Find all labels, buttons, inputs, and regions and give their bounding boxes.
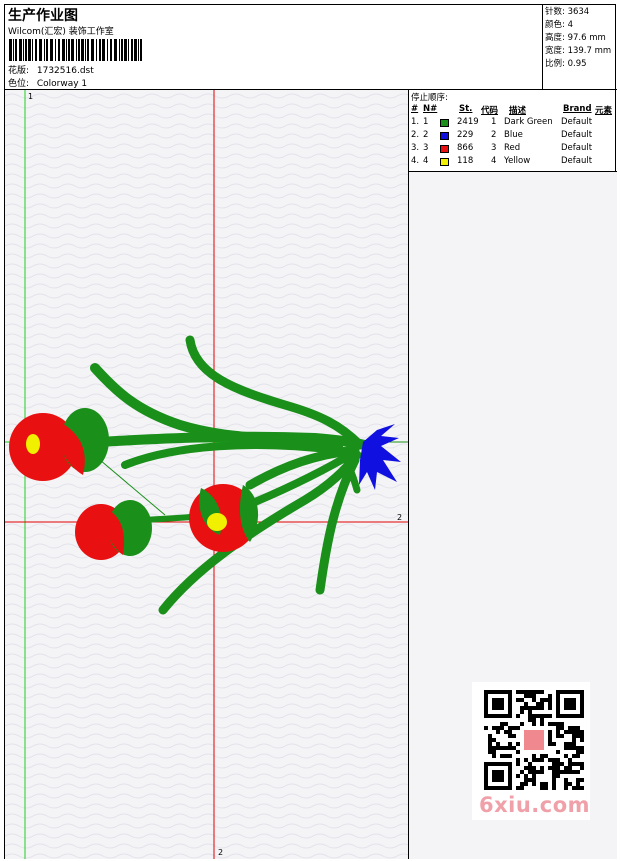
colorway-row: 色位: Colorway 1: [8, 76, 87, 89]
stat-height: 高度: 97.6 mm: [545, 32, 617, 45]
color-brand: Default: [561, 143, 593, 153]
colorway-label: 色位:: [8, 79, 30, 89]
color-code: 2: [491, 130, 497, 140]
stat-stitches: 针数: 3634: [545, 6, 617, 19]
color-row: 1. 1 2419 1 Dark Green Default: [409, 117, 617, 130]
col-element: 元素: [595, 106, 613, 116]
color-brand: Default: [561, 156, 593, 166]
col-stitches: St.: [459, 104, 473, 114]
color-swatch: [440, 145, 449, 153]
color-index: 1.: [411, 117, 420, 127]
color-description: Dark Green: [504, 117, 553, 127]
color-description: Blue: [504, 130, 523, 140]
sheet-title: 生产作业图: [8, 8, 78, 24]
color-index: 3.: [411, 143, 420, 153]
guide-marker-red-bottom: 2: [218, 848, 224, 857]
col-code: 代码: [481, 106, 499, 116]
color-code: 4: [491, 156, 497, 166]
colorway-value: Colorway 1: [36, 79, 88, 89]
stat-value: 0.95: [567, 59, 587, 69]
stat-label: 宽度:: [545, 46, 565, 56]
color-brand: Default: [561, 117, 593, 127]
col-number: N#: [423, 104, 438, 114]
color-stitches: 118: [457, 156, 474, 166]
stat-value: 3634: [567, 7, 590, 17]
color-index: 4.: [411, 156, 420, 166]
design-file-row: 花版: 1732516.dst: [8, 63, 94, 76]
sheet-header: 生产作业图 Wilcom(汇宏) 装饰工作室 花版: 1732516.dst 色…: [5, 5, 617, 89]
production-sheet: 生产作业图 Wilcom(汇宏) 装饰工作室 花版: 1732516.dst 色…: [4, 4, 617, 859]
embroidery-preview: [5, 90, 408, 859]
guide-marker-green: 1: [28, 92, 34, 101]
stat-value: 4: [567, 20, 573, 30]
design-canvas[interactable]: 1 2 2: [5, 90, 409, 859]
color-stitches: 229: [457, 130, 474, 140]
tulip-bottom: [75, 500, 152, 560]
color-table-header: # N# St. 代码 描述 Brand 元素: [409, 104, 617, 116]
color-description: Yellow: [504, 156, 531, 166]
color-swatch: [440, 158, 449, 166]
design-value: 1732516.dst: [36, 66, 94, 76]
stop-sequence-panel: 停止顺序: # N# St. 代码 描述 Brand 元素 1. 1 2419 1 Da…: [409, 90, 617, 172]
stat-value: 139.7 mm: [567, 46, 612, 56]
qr-code-image: [484, 690, 584, 790]
barcode: [9, 39, 142, 61]
stat-label: 颜色:: [545, 20, 565, 30]
col-index: #: [411, 104, 419, 114]
stat-width: 宽度: 139.7 mm: [545, 45, 617, 58]
color-stitches: 866: [457, 143, 474, 153]
color-number: 1: [423, 117, 429, 127]
color-description: Red: [504, 143, 521, 153]
stop-sequence-title: 停止顺序:: [411, 93, 448, 103]
watermark-site: 6xiu.com: [479, 793, 591, 817]
stat-label: 比例:: [545, 59, 565, 69]
stat-label: 高度:: [545, 33, 565, 43]
color-code: 1: [491, 117, 497, 127]
guide-marker-red-right: 2: [397, 513, 403, 522]
color-row: 4. 4 118 4 Yellow Default: [409, 156, 617, 169]
color-stitches: 2419: [457, 117, 479, 127]
design-label: 花版:: [8, 66, 30, 76]
color-number: 2: [423, 130, 429, 140]
col-brand: Brand: [563, 104, 592, 114]
color-swatch: [440, 132, 449, 140]
color-swatch: [440, 119, 449, 127]
sheet-subtitle: Wilcom(汇宏) 装饰工作室: [8, 27, 114, 37]
stat-scale: 比例: 0.95: [545, 58, 617, 71]
color-brand: Default: [561, 130, 593, 140]
stats-panel: 针数: 3634 颜色: 4 高度: 97.6 mm 宽度: 139.7 mm …: [542, 5, 617, 89]
stat-label: 针数:: [545, 7, 565, 17]
col-description: 描述: [509, 106, 527, 116]
stat-colors: 颜色: 4: [545, 19, 617, 32]
color-row: 3. 3 866 3 Red Default: [409, 143, 617, 156]
color-code: 3: [491, 143, 497, 153]
color-index: 2.: [411, 130, 420, 140]
color-row: 2. 2 229 2 Blue Default: [409, 130, 617, 143]
color-number: 4: [423, 156, 429, 166]
stat-value: 97.6 mm: [567, 33, 606, 43]
color-number: 3: [423, 143, 429, 153]
